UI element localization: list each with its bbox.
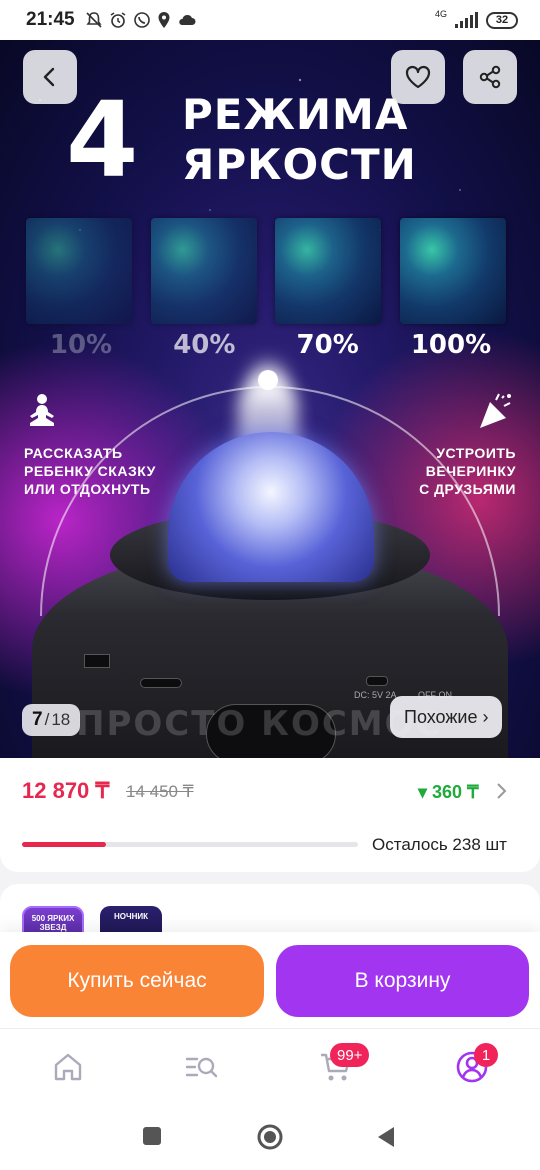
chevron-left-icon: [43, 67, 55, 87]
brightness-tile: [275, 218, 382, 324]
brightness-level: 40%: [173, 330, 236, 360]
brightness-level: 100%: [410, 330, 492, 360]
dc-port: [366, 676, 388, 686]
stock-progress-bar: [22, 842, 358, 847]
image-headline: РЕЖИМА ЯРКОСТИ: [182, 90, 417, 190]
brightness-tile: [26, 218, 132, 324]
add-to-cart-button[interactable]: В корзину: [276, 945, 529, 1017]
brightness-level: 10%: [49, 330, 113, 360]
status-time: 21:45: [26, 9, 75, 30]
brightness-level: 70%: [296, 330, 359, 360]
meditation-icon: [30, 394, 54, 426]
brightness-levels: 10% 40% 70% 100%: [26, 330, 506, 360]
image-counter-current: 7: [32, 709, 43, 730]
image-counter-separator: /: [44, 710, 50, 729]
status-bar: 21:45 4G 32: [0, 0, 540, 40]
brightness-tile: [399, 218, 506, 324]
share-button[interactable]: [463, 50, 517, 104]
network-label: 4G: [434, 9, 447, 19]
product-image-gallery[interactable]: 4 РЕЖИМА ЯРКОСТИ 10% 40% 70% 100% РАССКА…: [0, 40, 540, 758]
alarm-icon: [110, 12, 126, 28]
status-icons: [85, 11, 197, 29]
stock-progress-fill: [22, 842, 106, 847]
image-caption-left: РАССКАЗАТЬ РЕБЕНКУ СКАЗКУ ИЛИ ОТДОХНУТЬ: [24, 445, 156, 497]
price-card: 12 870 ₸ 14 450 ₸ ▾ 360 ₸ Осталось 238 ш…: [0, 758, 540, 872]
signal-icon: [455, 12, 478, 28]
favorite-button[interactable]: [391, 50, 445, 104]
home-button[interactable]: [256, 1123, 284, 1151]
image-title-line2: ЯРКОСТИ: [182, 140, 417, 189]
chevron-right-icon[interactable]: [494, 780, 508, 802]
cart-count-badge: 99+: [330, 1043, 370, 1067]
buy-now-button[interactable]: Купить сейчас: [10, 945, 264, 1017]
action-bar: Купить сейчас В корзину: [0, 932, 540, 1028]
mute-icon: [86, 12, 102, 28]
system-navigation: [0, 1104, 540, 1170]
party-popper-icon: [480, 393, 511, 428]
battery-level: 32: [495, 14, 509, 26]
back-nav-button[interactable]: [376, 1126, 396, 1148]
image-big-number: 4: [66, 79, 139, 201]
image-counter: 7 / 18: [22, 704, 81, 736]
home-icon[interactable]: [50, 1049, 86, 1085]
stock-remaining: Осталось 238 шт: [372, 835, 507, 854]
image-title-line1: РЕЖИМА: [182, 90, 409, 139]
image-counter-total: 18: [51, 710, 71, 729]
similar-products-button[interactable]: Похожие ›: [390, 696, 503, 738]
cloud-icon: [178, 14, 196, 25]
brightness-tile: [150, 218, 257, 324]
location-icon: [158, 12, 170, 28]
catalog-search-icon[interactable]: [184, 1049, 220, 1085]
speaker-grille: [140, 678, 182, 688]
screen: 21:45 4G 32 4 РЕЖИМА ЯРКОСТИ 10% 40% 70%…: [0, 0, 540, 1170]
whatsapp-icon: [133, 12, 150, 28]
current-price: 12 870 ₸: [22, 778, 110, 803]
dc-label: DC: 5V 2A: [354, 690, 397, 700]
brightness-tiles: [26, 218, 506, 324]
profile-notification-badge: 1: [474, 1043, 498, 1067]
bottom-navigation: 99+ 1: [0, 1028, 540, 1104]
old-price: 14 450 ₸: [126, 782, 194, 801]
battery-icon: 32: [486, 11, 518, 29]
bonus-amount[interactable]: ▾ 360 ₸: [418, 782, 479, 803]
back-button[interactable]: [23, 50, 77, 104]
share-icon: [479, 65, 501, 89]
status-right: 4G 32: [434, 9, 518, 29]
recent-apps-button[interactable]: [142, 1126, 162, 1146]
light-dot: [258, 370, 278, 390]
usb-port: [84, 654, 110, 668]
image-caption-right: УСТРОИТЬ ВЕЧЕРИНКУ С ДРУЗЬЯМИ: [419, 445, 516, 497]
image-watermark: ПРОСТО КОСМОС: [76, 704, 443, 744]
heart-icon: [405, 65, 431, 89]
